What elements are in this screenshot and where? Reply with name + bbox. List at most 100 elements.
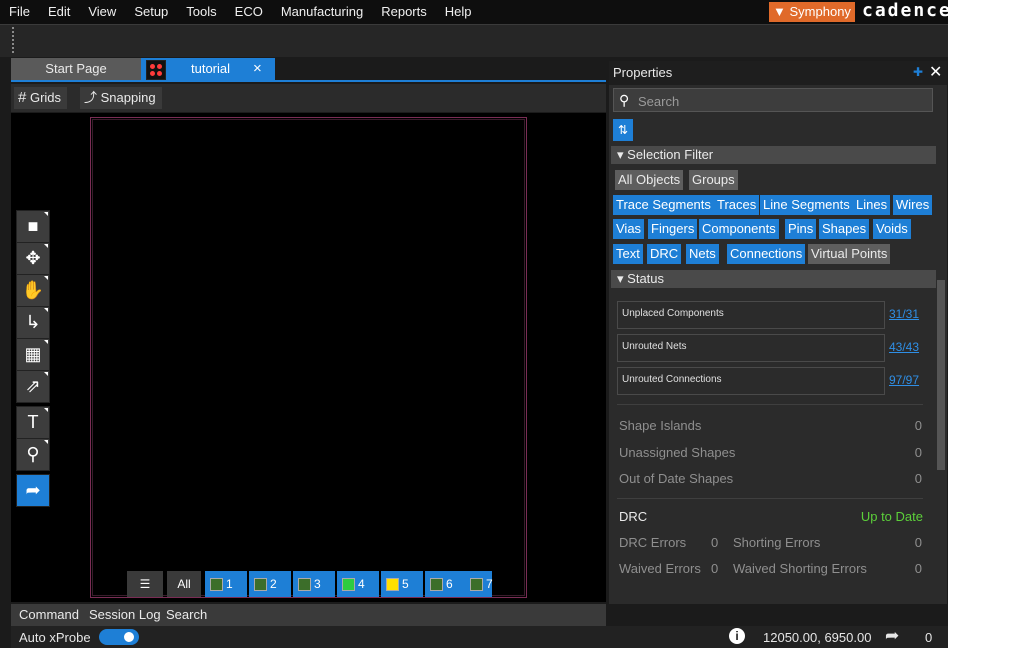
shape-islands-label: Shape Islands (619, 418, 702, 433)
waived-shorting-label: Waived Shorting Errors (733, 561, 867, 576)
collapse-triangle-icon: ▾ (617, 147, 624, 162)
layers-stack-icon[interactable]: ☰ (127, 571, 163, 597)
filter-chip[interactable]: DRC (647, 244, 682, 264)
filter-chip[interactable]: Connections (727, 244, 806, 264)
unplaced-components-link[interactable]: 31/31 (889, 307, 919, 321)
auto-xprobe-label: Auto xProbe (19, 630, 91, 645)
symphony-button[interactable]: ▼ Symphony (769, 2, 855, 22)
console-tab-bar: Command Session Log Search (11, 604, 606, 626)
menu-help[interactable]: Help (436, 0, 481, 24)
properties-scrollbar[interactable] (937, 280, 945, 470)
filter-chip[interactable]: Shapes (819, 219, 870, 239)
search-icon: ⚲ (619, 92, 630, 108)
tab-session-log[interactable]: Session Log (85, 604, 165, 626)
drc-errors-label: DRC Errors (619, 535, 687, 550)
layer-button[interactable]: 1 (205, 571, 247, 597)
layer-button[interactable]: 7 (465, 571, 493, 597)
properties-title: Properties (613, 65, 673, 80)
shorting-errors-label: Shorting Errors (733, 535, 821, 550)
layer-color-swatch (342, 578, 355, 591)
search-input[interactable] (636, 91, 930, 111)
properties-search[interactable]: ⚲ (613, 88, 933, 112)
layer-button[interactable]: 2 (249, 571, 291, 597)
menu-setup[interactable]: Setup (125, 0, 177, 24)
hand-icon[interactable]: ✋ (16, 274, 50, 307)
filter-chip[interactable]: Voids (873, 219, 911, 239)
symphony-label: Symphony (789, 4, 851, 19)
board-inner-outline (92, 119, 525, 596)
filter-chip[interactable]: Wires (893, 195, 933, 215)
menu-eco[interactable]: ECO (226, 0, 272, 24)
layer-all-button[interactable]: All (167, 571, 201, 597)
filter-chip[interactable]: Nets (686, 244, 719, 264)
pin-icon[interactable]: ✚ (913, 65, 923, 79)
zoom-icon[interactable]: ⚲ (16, 438, 50, 471)
filter-chip[interactable]: Components (699, 219, 779, 239)
move-icon[interactable]: ✥ (16, 242, 50, 275)
grid-icon: # (18, 89, 27, 106)
menu-edit[interactable]: Edit (39, 0, 79, 24)
tab-command[interactable]: Command (15, 604, 83, 626)
auto-xprobe-toggle[interactable] (99, 629, 139, 645)
filter-chip[interactable]: Trace Segments (613, 195, 714, 215)
filter-chip[interactable]: All Objects (615, 170, 684, 190)
filter-chip[interactable]: Pins (785, 219, 817, 239)
filter-chip[interactable]: Line Segments (760, 195, 853, 215)
filter-chip[interactable]: Vias (613, 219, 645, 239)
toggle-knob (124, 632, 134, 642)
unrouted-connections-link[interactable]: 97/97 (889, 373, 919, 387)
layer-button[interactable]: 4 (337, 571, 379, 597)
filter-chip[interactable]: Lines (853, 195, 891, 215)
snapping-button[interactable]: ⤴ Snapping (80, 87, 162, 109)
menu-view[interactable]: View (79, 0, 125, 24)
tab-start-page[interactable]: Start Page (11, 58, 141, 80)
info-icon[interactable]: i (729, 628, 745, 644)
layer-color-swatch (430, 578, 443, 591)
filter-chip[interactable]: Virtual Points (808, 244, 891, 264)
layer-number: 5 (402, 577, 409, 591)
toolbar-grip[interactable] (12, 27, 14, 53)
filter-chip[interactable]: Groups (689, 170, 738, 190)
waived-shorting-value: 0 (914, 561, 922, 576)
filter-chip[interactable]: Fingers (648, 219, 698, 239)
waived-errors-label: Waived Errors (619, 561, 701, 576)
layer-number: 2 (270, 577, 277, 591)
route-icon[interactable]: ↳ (16, 306, 50, 339)
grids-button[interactable]: # Grids (14, 87, 68, 109)
add-shape-icon[interactable]: ▦ (16, 338, 50, 371)
layer-number: 3 (314, 577, 321, 591)
text-icon[interactable]: T (16, 406, 50, 439)
drc-label: DRC (619, 509, 648, 524)
tab-label: tutorial (191, 61, 231, 76)
stat-label: Unplaced Components (622, 308, 724, 319)
layer-button[interactable]: 6 (425, 571, 467, 597)
menu-manufacturing[interactable]: Manufacturing (272, 0, 372, 24)
layer-bar: ☰ All 1 2 3 4 5 6 7 (127, 571, 493, 597)
tab-search[interactable]: Search (162, 604, 211, 626)
stat-row-unrouted-connections: Unrouted Connections (617, 367, 885, 395)
divider (617, 404, 923, 405)
stat-row-unplaced: Unplaced Components (617, 301, 885, 329)
unassigned-shapes-label: Unassigned Shapes (619, 445, 736, 460)
menu-reports[interactable]: Reports (372, 0, 436, 24)
menu-tools[interactable]: Tools (177, 0, 225, 24)
layer-button[interactable]: 5 (381, 571, 423, 597)
unrouted-nets-link[interactable]: 43/43 (889, 340, 919, 354)
filter-settings-icon[interactable]: ⇅ (613, 119, 633, 141)
close-icon[interactable]: × (253, 58, 262, 80)
filter-chip[interactable]: Text (613, 244, 643, 264)
shorting-errors-value: 0 (914, 535, 922, 550)
select-pointer-icon[interactable]: ➦ (16, 474, 50, 507)
layer-button[interactable]: 3 (293, 571, 335, 597)
close-icon[interactable]: ✕ (929, 62, 942, 82)
menu-file[interactable]: File (0, 0, 39, 24)
allegro-window: File Edit View Setup Tools ECO Manufactu… (0, 0, 948, 648)
status-header[interactable]: ▾ Status (611, 270, 936, 288)
comment-icon[interactable]: ■ (16, 210, 50, 243)
tab-tutorial[interactable]: tutorial × (141, 58, 275, 80)
main-toolbar (0, 24, 948, 57)
slide-icon[interactable]: ⇗ (16, 370, 50, 403)
stat-row-unrouted-nets: Unrouted Nets (617, 334, 885, 362)
selection-filter-header[interactable]: ▾ Selection Filter (611, 146, 936, 164)
filter-chip[interactable]: Traces (714, 195, 760, 215)
